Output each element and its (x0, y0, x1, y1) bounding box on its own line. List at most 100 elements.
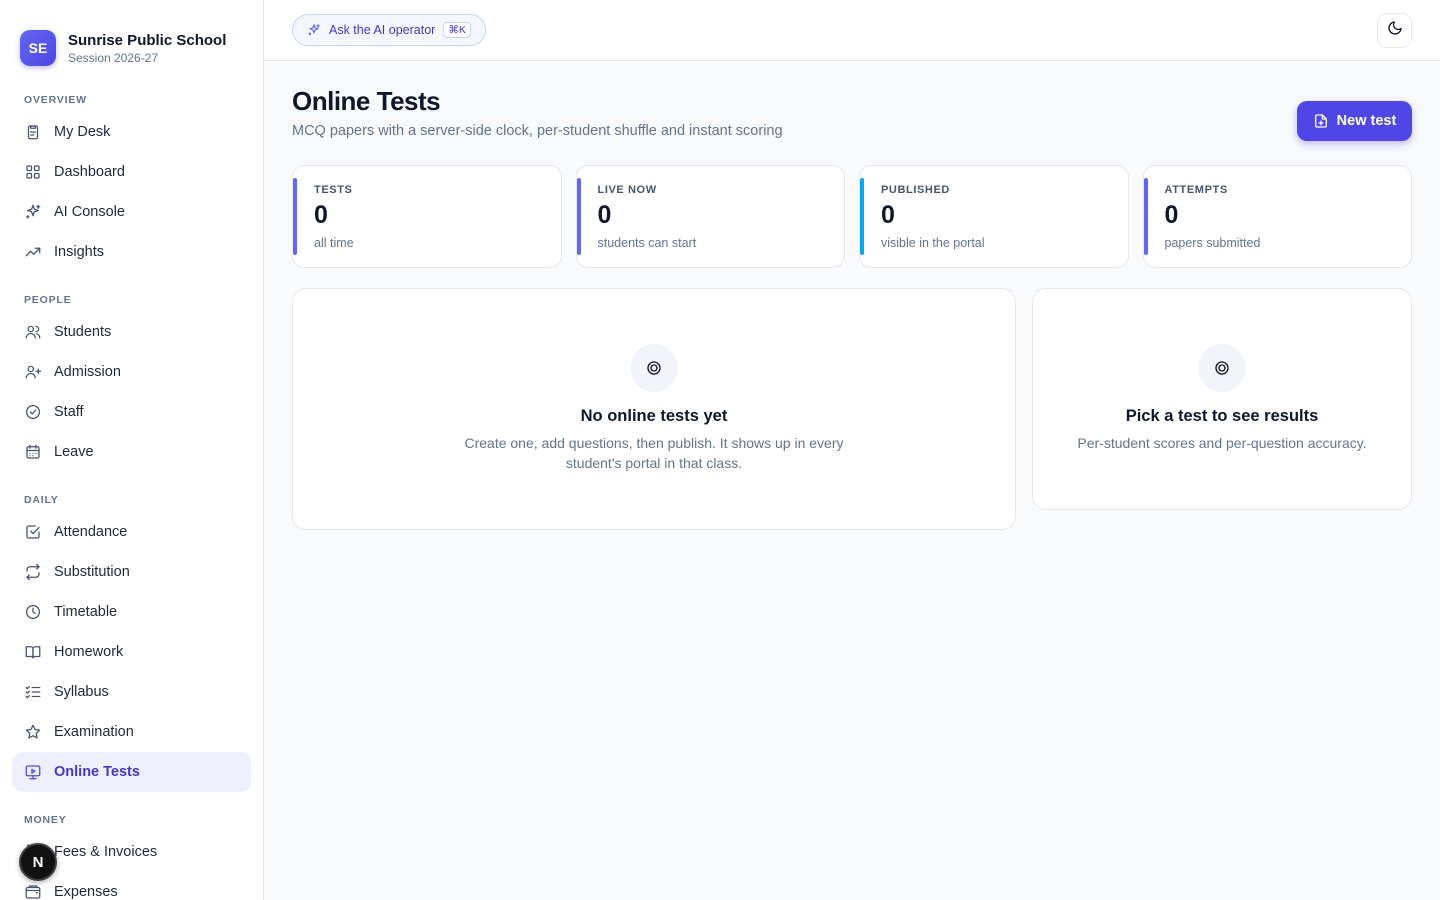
sidebar-item-substitution[interactable]: Substitution (12, 552, 251, 592)
sidebar-item-attendance[interactable]: Attendance (12, 512, 251, 552)
stat-label: LIVE NOW (597, 184, 657, 196)
stat-accent-bar (1143, 178, 1148, 255)
check-square-icon (24, 523, 42, 541)
sidebar-item-label: Examination (54, 724, 134, 740)
wallet-icon (24, 883, 42, 900)
sidebar-item-examination[interactable]: Examination (12, 712, 251, 752)
stat-note: visible in the portal (881, 236, 985, 250)
stats-row: TESTS 0 all time LIVE NOW 0 students can… (292, 165, 1412, 268)
file-plus-icon (1313, 113, 1329, 129)
target-icon (1198, 344, 1246, 392)
sidebar-item-label: Admission (54, 364, 121, 380)
stat-card-published: PUBLISHED 0 visible in the portal (859, 165, 1129, 268)
sidebar-item-label: Leave (54, 444, 94, 460)
school-name: Sunrise Public School (68, 31, 227, 49)
clock-icon (24, 603, 42, 621)
sidebar-item-label: Staff (54, 404, 84, 420)
sidebar-item-label: Insights (54, 244, 104, 260)
sidebar-item-dashboard[interactable]: Dashboard (12, 152, 251, 192)
empty-state-description: Create one, add questions, then publish.… (464, 435, 844, 471)
trending-up-icon (24, 243, 42, 261)
ask-ai-operator-button[interactable]: Ask the AI operator ⌘K (292, 14, 486, 46)
sidebar-item-ai-console[interactable]: AI Console (12, 192, 251, 232)
session-label: Session 2026-27 (68, 50, 159, 65)
monitor-play-icon (24, 763, 42, 781)
new-test-label: New test (1336, 113, 1397, 129)
page-title: Online Tests (292, 86, 441, 116)
sidebar-item-label: Expenses (54, 884, 118, 900)
nav-section-overview: OVERVIEW (24, 94, 87, 106)
moon-icon (1387, 20, 1403, 41)
stat-value: 0 (597, 201, 612, 229)
sidebar-item-label: Syllabus (54, 684, 109, 700)
calendar-icon (24, 443, 42, 461)
book-open-icon (24, 643, 42, 661)
sidebar-item-label: Students (54, 324, 112, 340)
sidebar-item-insights[interactable]: Insights (12, 232, 251, 272)
star-icon (24, 723, 42, 741)
page-subtitle: MCQ papers with a server-side clock, per… (292, 123, 783, 139)
stat-label: PUBLISHED (881, 184, 950, 196)
sidebar-nav: OVERVIEW My Desk Dashboard AI Console Insigh… (0, 90, 263, 900)
sidebar-item-label: Substitution (54, 564, 130, 580)
stat-card-attempts: ATTEMPTS 0 papers submitted (1142, 165, 1412, 268)
stat-accent-bar (576, 178, 581, 255)
sparkles-icon (307, 23, 321, 37)
stat-card-tests: TESTS 0 all time (292, 165, 562, 268)
nav-section-money: MONEY (24, 814, 67, 826)
stat-note: papers submitted (1164, 236, 1261, 250)
stat-note: students can start (597, 236, 697, 250)
results-title: Pick a test to see results (1125, 407, 1319, 425)
new-test-button[interactable]: New test (1297, 101, 1412, 141)
clipboard-icon (24, 123, 42, 141)
sidebar-item-students[interactable]: Students (12, 312, 251, 352)
sidebar-item-homework[interactable]: Homework (12, 632, 251, 672)
sidebar-item-syllabus[interactable]: Syllabus (12, 672, 251, 712)
empty-state-title: No online tests yet (580, 407, 728, 425)
sidebar-item-my-desk[interactable]: My Desk (12, 112, 251, 152)
sparkles-icon (24, 203, 42, 221)
sidebar-item-label: Dashboard (54, 164, 125, 180)
stat-label: ATTEMPTS (1164, 184, 1228, 196)
sidebar-item-label: Fees & Invoices (54, 844, 158, 860)
grid-icon (24, 163, 42, 181)
stat-value: 0 (1164, 201, 1179, 229)
school-logo: SE (20, 30, 56, 66)
list-checks-icon (24, 683, 42, 701)
users-icon (24, 323, 42, 341)
help-fab-button[interactable]: N (19, 843, 57, 881)
tests-empty-state: No online tests yet Create one, add ques… (292, 288, 1016, 530)
sidebar-item-timetable[interactable]: Timetable (12, 592, 251, 632)
nav-section-people: PEOPLE (24, 294, 72, 306)
sidebar-item-label: My Desk (54, 124, 111, 140)
shortcut-badge: ⌘K (443, 22, 471, 38)
brand[interactable]: SE Sunrise Public School Session 2026-27 (0, 0, 263, 76)
sidebar-item-label: Homework (54, 644, 124, 660)
sidebar-item-label: Attendance (54, 524, 128, 540)
sidebar-item-label: Online Tests (54, 764, 140, 780)
stat-label: TESTS (314, 184, 353, 196)
theme-toggle-button[interactable] (1377, 13, 1412, 48)
stat-value: 0 (314, 201, 328, 229)
stat-accent-bar (860, 178, 864, 255)
sidebar: SE Sunrise Public School Session 2026-27… (0, 0, 264, 900)
stat-card-live-now: LIVE NOW 0 students can start (575, 165, 845, 268)
sidebar-item-label: AI Console (54, 204, 125, 220)
topbar: Ask the AI operator ⌘K (264, 0, 1440, 61)
results-panel: Pick a test to see results Per-student s… (1032, 288, 1412, 510)
stat-accent-bar (293, 178, 297, 255)
check-circle-icon (24, 403, 42, 421)
ask-ai-label: Ask the AI operator (329, 23, 436, 37)
sidebar-item-label: Timetable (54, 604, 118, 620)
sidebar-item-staff[interactable]: Staff (12, 392, 251, 432)
stat-note: all time (314, 236, 354, 250)
results-description: Per-student scores and per-question accu… (1077, 435, 1367, 451)
nav-section-daily: DAILY (24, 494, 59, 506)
stat-value: 0 (881, 201, 895, 229)
repeat-icon (24, 563, 42, 581)
sidebar-item-admission[interactable]: Admission (12, 352, 251, 392)
user-plus-icon (24, 363, 42, 381)
sidebar-item-online-tests[interactable]: Online Tests (12, 752, 251, 792)
target-icon (630, 344, 678, 392)
sidebar-item-leave[interactable]: Leave (12, 432, 251, 472)
